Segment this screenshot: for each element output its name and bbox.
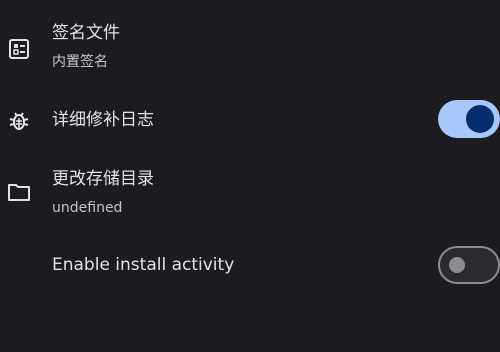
setting-verbose-log[interactable]: 详细修补日志	[0, 96, 500, 146]
setting-subtitle: 内置签名	[52, 54, 108, 70]
setting-title: 详细修补日志	[52, 110, 154, 130]
install-activity-toggle[interactable]	[438, 246, 500, 284]
switch-thumb	[449, 257, 465, 273]
folder-icon	[6, 179, 32, 205]
setting-title: Enable install activity	[52, 255, 235, 275]
setting-install-activity[interactable]: Enable install activity	[0, 242, 500, 288]
list-card-icon	[6, 36, 32, 62]
verbose-log-toggle[interactable]	[438, 100, 500, 138]
setting-subtitle: undefined	[52, 200, 123, 216]
setting-title: 签名文件	[52, 23, 120, 43]
setting-signature-file[interactable]: 签名文件 内置签名	[0, 16, 500, 80]
switch-thumb	[466, 105, 494, 133]
setting-storage-directory[interactable]: 更改存储目录 undefined	[0, 160, 500, 224]
bug-icon	[6, 108, 32, 134]
setting-title: 更改存储目录	[52, 169, 154, 189]
